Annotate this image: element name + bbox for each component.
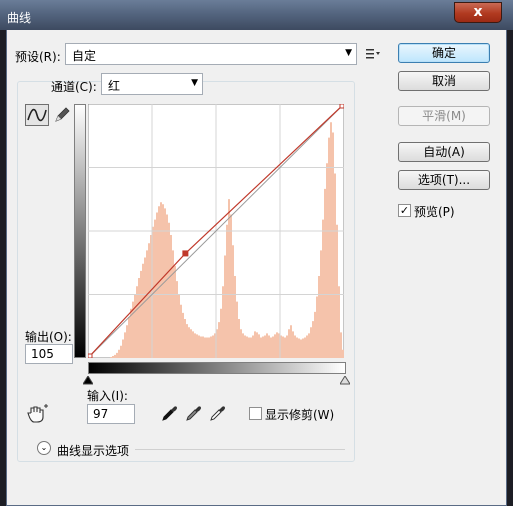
smooth-button[interactable]: 平滑(M) (398, 106, 490, 126)
close-button[interactable]: x (454, 2, 502, 23)
white-point-eyedropper-icon[interactable] (209, 404, 227, 422)
curve-tool-icon[interactable] (25, 104, 49, 126)
preset-value: 自定 (72, 49, 97, 63)
show-clipping-label: 显示修剪(W) (265, 408, 335, 422)
on-image-adjust-icon[interactable] (27, 404, 49, 424)
preset-options-icon[interactable] (365, 47, 381, 61)
white-point-slider[interactable] (339, 374, 351, 385)
input-gradient-bar (88, 362, 346, 374)
output-label: 输出(O): (25, 330, 72, 344)
preview-checkbox[interactable]: ✓ (398, 204, 411, 217)
channel-select[interactable]: 红 ▼ (101, 73, 203, 95)
curve-graph[interactable] (88, 104, 344, 358)
preset-label: 预设(R): (15, 50, 61, 64)
cancel-button[interactable]: 取消 (398, 71, 490, 91)
curve-control-point[interactable] (339, 104, 344, 109)
chevron-down-icon: ▼ (191, 78, 198, 88)
curves-dialog: 预设(R): 自定 ▼ 通道(C): 红 ▼ 输出(O): 105 输入(I):… (6, 30, 507, 506)
output-field[interactable]: 105 (25, 344, 73, 364)
input-field[interactable]: 97 (87, 404, 135, 424)
window-title: 曲线 (7, 11, 32, 25)
black-point-eyedropper-icon[interactable] (161, 404, 179, 422)
preview-label: 预览(P) (414, 205, 455, 219)
chevron-down-icon: ▼ (345, 48, 352, 58)
channel-value: 红 (108, 79, 121, 93)
section-divider (135, 449, 345, 450)
curve-control-point[interactable] (88, 353, 93, 358)
output-gradient-bar (74, 104, 86, 358)
show-clipping-checkbox[interactable] (249, 407, 262, 420)
preset-select[interactable]: 自定 ▼ (65, 43, 357, 65)
expand-chevron-icon[interactable]: ⌄ (37, 441, 51, 455)
options-button[interactable]: 选项(T)... (398, 170, 490, 190)
title-bar (0, 0, 513, 30)
auto-button[interactable]: 自动(A) (398, 142, 490, 162)
black-point-slider[interactable] (82, 374, 94, 385)
channel-label: 通道(C): (51, 80, 97, 94)
pencil-tool-icon[interactable] (53, 106, 71, 124)
input-label: 输入(I): (87, 389, 128, 403)
curve-control-point[interactable] (182, 250, 189, 257)
curve-display-options-label[interactable]: 曲线显示选项 (57, 442, 129, 459)
ok-button[interactable]: 确定 (398, 43, 490, 63)
gray-point-eyedropper-icon[interactable] (185, 404, 203, 422)
